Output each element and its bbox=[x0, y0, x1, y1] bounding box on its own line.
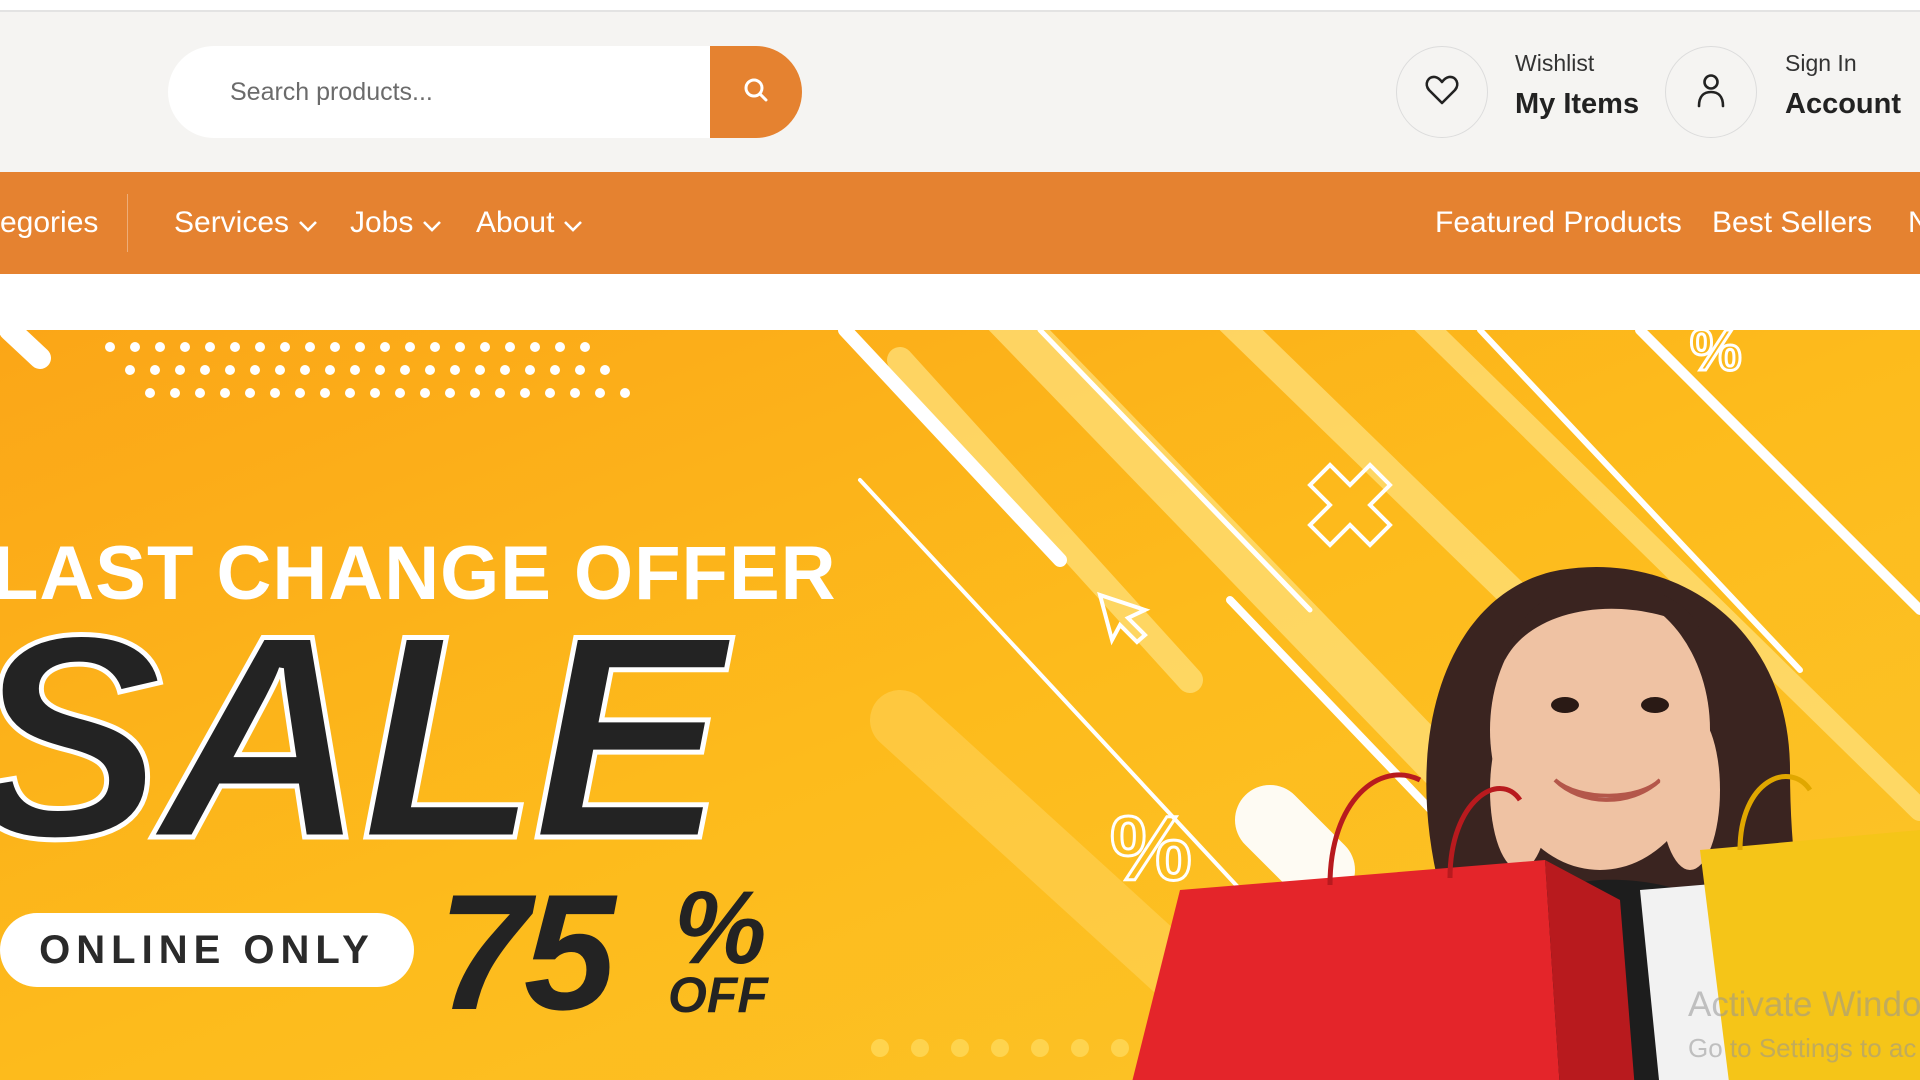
search-input[interactable] bbox=[168, 46, 710, 138]
hero-banner[interactable]: % % LAST CHANGE OFFER SALE ONLINE ONLY 7… bbox=[0, 330, 1920, 1080]
nav-best-sellers[interactable]: Best Sellers bbox=[1712, 172, 1872, 274]
account-button[interactable] bbox=[1665, 46, 1757, 138]
account-link[interactable]: Account bbox=[1785, 88, 1901, 121]
nav-about[interactable]: About bbox=[476, 172, 584, 274]
nav-categories-label: egories bbox=[0, 206, 99, 239]
nav-about-label: About bbox=[476, 206, 555, 239]
activate-windows-subtext: Go to Settings to ac bbox=[1688, 1033, 1917, 1063]
nav-divider bbox=[127, 194, 128, 252]
activate-windows-watermark: Activate Windo bbox=[1688, 985, 1920, 1024]
banner-sale: SALE bbox=[0, 575, 728, 899]
chevron-down-icon bbox=[297, 173, 319, 275]
heart-icon bbox=[1425, 74, 1459, 111]
main-nav: egories Services Jobs About Featured Pro… bbox=[0, 172, 1920, 274]
nav-jobs-label: Jobs bbox=[350, 206, 414, 239]
search-bar bbox=[168, 46, 802, 138]
search-button[interactable] bbox=[710, 46, 802, 138]
nav-categories[interactable]: egories bbox=[0, 172, 98, 274]
nav-services-label: Services bbox=[174, 206, 290, 239]
nav-item-cutoff[interactable]: N bbox=[1908, 172, 1920, 274]
discount-percent: % bbox=[674, 870, 767, 986]
percent-graphic: % bbox=[1110, 798, 1192, 900]
signin-label: Sign In bbox=[1785, 50, 1857, 76]
chevron-down-icon bbox=[562, 173, 584, 275]
online-only-badge: ONLINE ONLY bbox=[0, 913, 414, 987]
wishlist-button[interactable] bbox=[1396, 46, 1488, 138]
wishlist-label: Wishlist bbox=[1515, 50, 1595, 76]
user-icon bbox=[1695, 72, 1727, 113]
wishlist-link[interactable]: My Items bbox=[1515, 88, 1639, 121]
browser-edge bbox=[0, 0, 1920, 12]
discount-off: OFF bbox=[668, 967, 768, 1023]
discount-number: 75 bbox=[438, 860, 616, 1044]
percent-graphic: % bbox=[1690, 330, 1742, 383]
nav-jobs[interactable]: Jobs bbox=[350, 172, 443, 274]
nav-featured-products[interactable]: Featured Products bbox=[1435, 172, 1682, 274]
online-only-text: ONLINE ONLY bbox=[39, 927, 375, 972]
search-icon bbox=[742, 76, 770, 109]
chevron-down-icon bbox=[421, 173, 443, 275]
nav-services[interactable]: Services bbox=[174, 172, 319, 274]
site-header: Wishlist My Items Sign In Account bbox=[0, 12, 1920, 172]
